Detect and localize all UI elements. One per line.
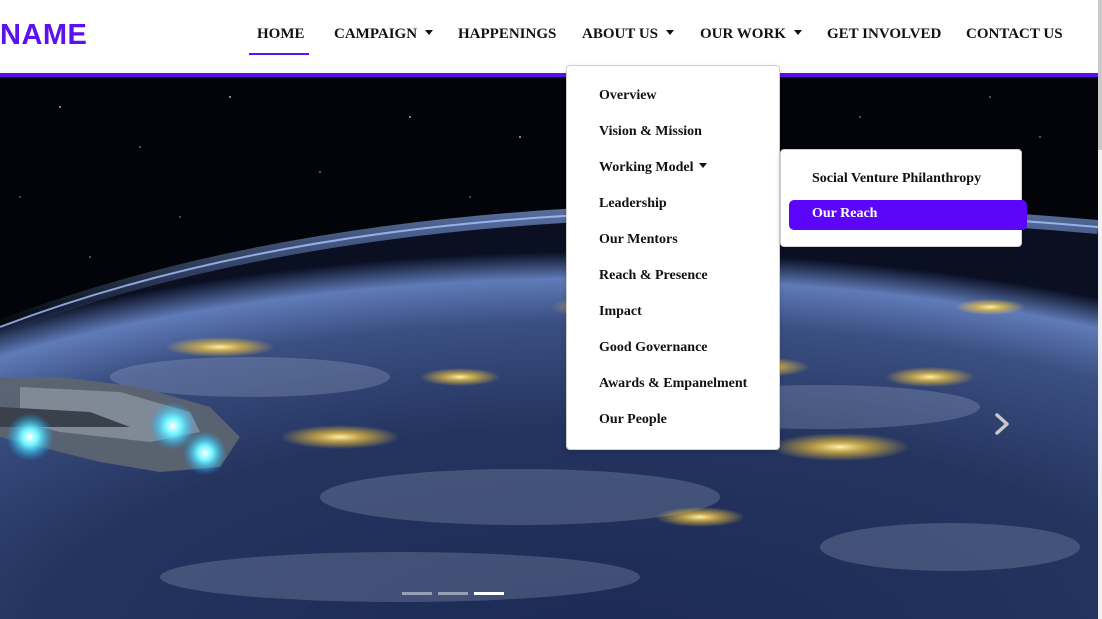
dropdown-item-reach-presence[interactable]: Reach & Presence [599,268,708,284]
chevron-right-icon [995,413,1009,435]
nav-about-us-label: ABOUT US [582,26,658,42]
caret-down-icon [698,163,707,168]
submenu-item-our-reach[interactable]: Our Reach [789,200,1027,230]
dropdown-item-vision-mission[interactable]: Vision & Mission [599,124,702,140]
nav-campaign[interactable]: CAMPAIGN [334,26,434,43]
nav-campaign-label: CAMPAIGN [334,26,418,42]
carousel-indicator-2[interactable] [438,592,468,595]
dropdown-item-our-people[interactable]: Our People [599,412,667,428]
caret-down-icon [666,30,674,35]
dropdown-item-impact[interactable]: Impact [599,304,642,320]
about-us-dropdown: Overview Vision & Mission Working Model … [566,65,780,450]
nav-our-work[interactable]: OUR WORK [700,26,802,43]
submenu-item-our-reach-label: Our Reach [812,206,878,221]
scrollbar-thumb[interactable] [1098,0,1102,150]
carousel-indicator-1[interactable] [402,592,432,595]
active-nav-underline [249,53,309,55]
nav-happenings[interactable]: HAPPENINGS [458,26,556,43]
dropdown-item-working-model-label: Working Model [599,160,694,175]
working-model-submenu: Social Venture Philanthropy Our Reach [780,149,1027,247]
page-scrollbar[interactable] [1098,0,1102,619]
dropdown-item-our-mentors[interactable]: Our Mentors [599,232,678,248]
dropdown-item-awards-empanelment[interactable]: Awards & Empanelment [599,376,747,392]
carousel-next-button[interactable] [992,412,1012,436]
site-header: NAME HOME CAMPAIGN HAPPENINGS ABOUT US O… [0,0,1098,74]
carousel-indicator-3[interactable] [474,592,504,595]
dropdown-item-overview[interactable]: Overview [599,88,657,104]
dropdown-item-working-model[interactable]: Working Model [599,160,707,176]
main-nav: HOME CAMPAIGN HAPPENINGS ABOUT US OUR WO… [0,0,1098,74]
nav-home[interactable]: HOME [257,26,305,43]
nav-our-work-label: OUR WORK [700,26,786,42]
nav-about-us[interactable]: ABOUT US [582,26,674,43]
nav-contact-us[interactable]: CONTACT US [966,26,1063,43]
caret-down-icon [425,30,434,35]
dropdown-item-leadership[interactable]: Leadership [599,196,667,212]
dropdown-item-good-governance[interactable]: Good Governance [599,340,708,356]
caret-down-icon [793,30,802,35]
submenu-item-social-venture-philanthropy[interactable]: Social Venture Philanthropy [812,171,981,187]
nav-get-involved[interactable]: GET INVOLVED [827,26,941,43]
